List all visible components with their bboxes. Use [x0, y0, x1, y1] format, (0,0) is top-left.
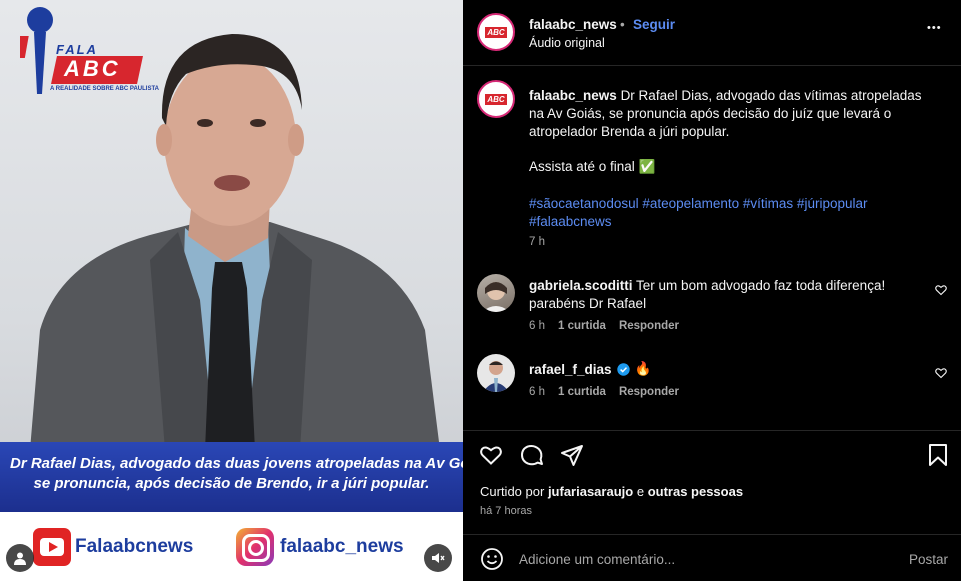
video-caption-banner: Dr Rafael Dias, advogado das duas jovens… [0, 442, 463, 512]
like-heart-icon[interactable] [479, 443, 503, 467]
save-bookmark-icon[interactable] [927, 443, 949, 467]
check-emoji: ✅ [638, 159, 656, 174]
verified-badge-icon [616, 362, 630, 376]
comment-meta: 6 h 1 curtida Responder [529, 320, 679, 332]
post-caption: falaabc_news Dr Rafael Dias, advogado da… [529, 87, 929, 141]
comment-item: gabriela.scoditti Ter um bom advogado fa… [529, 277, 919, 313]
fala-abc-logo: FALA ABC A REALIDADE SOBRE ABC PAULISTA [16, 6, 159, 98]
caption-line-2: Assista até o final ✅ [529, 159, 655, 175]
caption-line2-text: Assista até o final [529, 159, 635, 174]
liked-by-line: Curtido por jufariasaraujo e outras pess… [480, 484, 743, 499]
comment-text: 🔥 [634, 361, 652, 376]
caption-line-1: Dr Rafael Dias, advogado das duas jovens… [10, 455, 463, 472]
comment-like-icon[interactable] [935, 284, 947, 296]
emoji-icon[interactable] [480, 547, 504, 571]
more-options-button[interactable]: ••• [927, 22, 942, 34]
person-icon [14, 552, 26, 565]
author-username[interactable]: falaabc_news [529, 17, 617, 32]
share-send-icon[interactable] [560, 443, 584, 467]
post-comment-button[interactable]: Postar [909, 552, 948, 567]
follow-button[interactable]: Seguir [633, 17, 675, 32]
add-comment-bar: Postar [463, 534, 961, 581]
post-side-panel: ABC falaabc_news • Seguir Áudio original… [463, 0, 961, 581]
author-avatar[interactable]: ABC [477, 13, 515, 51]
commenter-avatar[interactable] [477, 274, 515, 312]
liked-by-user[interactable]: jufariasaraujo [548, 484, 633, 499]
caption-line-2: se pronuncia, após decisão de Brendo, ir… [33, 475, 430, 492]
reel-viewer: FALA ABC A REALIDADE SOBRE ABC PAULISTA … [0, 0, 961, 581]
comment-username[interactable]: gabriela.scoditti [529, 278, 633, 293]
comment-likes[interactable]: 1 curtida [558, 320, 606, 332]
muted-speaker-icon [432, 553, 445, 563]
liked-by-prefix: Curtido por [480, 484, 545, 499]
logo-main-word: ABC [64, 56, 121, 81]
commenter-avatar[interactable] [477, 354, 515, 392]
caption-username[interactable]: falaabc_news [529, 88, 617, 103]
youtube-icon [33, 528, 71, 566]
reply-button[interactable]: Responder [619, 386, 679, 398]
youtube-handle: Falaabcnews [33, 528, 193, 566]
logo-tagline: A REALIDADE SOBRE ABC PAULISTA [50, 86, 160, 92]
comment-meta: 6 h 1 curtida Responder [529, 386, 679, 398]
comment-like-icon[interactable] [935, 367, 947, 379]
instagram-handle: falaabc_news [236, 528, 404, 566]
caption-hashtags[interactable]: #sãocaetanodosul #ateopelamento #vítimas… [529, 195, 929, 231]
comment-time: 6 h [529, 320, 545, 332]
post-header: ABC falaabc_news • Seguir Áudio original… [463, 0, 961, 66]
comment-item: rafael_f_dias 🔥 [529, 361, 651, 377]
video-player[interactable]: FALA ABC A REALIDADE SOBRE ABC PAULISTA … [0, 0, 463, 581]
youtube-handle-text: Falaabcnews [75, 536, 194, 557]
audio-link[interactable]: Áudio original [529, 36, 605, 50]
comment-likes[interactable]: 1 curtida [558, 386, 606, 398]
logo-top-word: FALA [56, 42, 98, 57]
tagged-users-button[interactable] [6, 544, 34, 572]
reply-button[interactable]: Responder [619, 320, 679, 332]
caption-time: 7 h [529, 236, 545, 248]
mute-toggle-button[interactable] [424, 544, 452, 572]
comment-input[interactable] [519, 548, 879, 570]
post-actions-bar [463, 430, 961, 480]
header-separator: • [620, 17, 625, 32]
comment-username[interactable]: rafael_f_dias [529, 362, 612, 377]
post-age: há 7 horas [480, 505, 532, 517]
liked-by-conj: e [636, 484, 645, 499]
comment-time: 6 h [529, 386, 545, 398]
liked-by-others[interactable]: outras pessoas [648, 484, 743, 499]
instagram-handle-text: falaabc_news [280, 536, 404, 557]
caption-author-avatar[interactable]: ABC [477, 80, 515, 118]
comment-bubble-icon[interactable] [520, 443, 544, 467]
instagram-icon [236, 528, 274, 566]
microphone-icon [20, 7, 53, 94]
